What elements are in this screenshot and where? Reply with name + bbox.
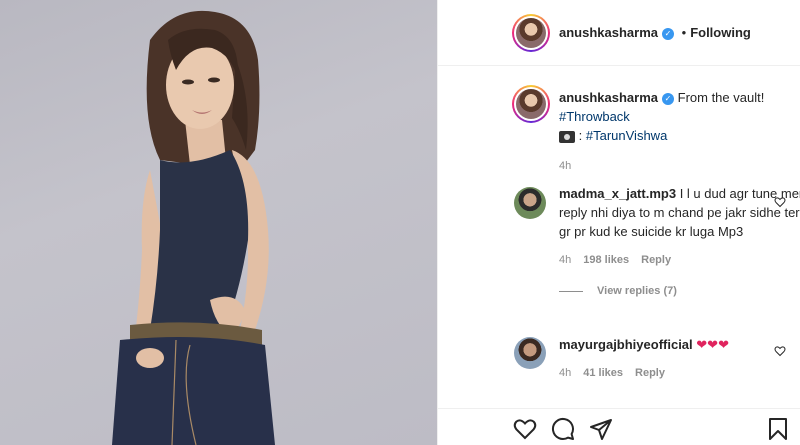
camera-emoji-icon [559, 130, 575, 143]
replies-divider [559, 290, 583, 292]
verified-badge-icon: ✓ [662, 27, 674, 40]
comment-meta: 4h 41 likes Reply [559, 364, 800, 383]
comment-reply-button[interactable]: Reply [635, 367, 665, 379]
commenter-avatar[interactable] [514, 337, 546, 369]
comment-icon[interactable] [551, 417, 575, 441]
header-separator: • [681, 25, 687, 40]
header-user-line: anushkasharma ✓ • Following [559, 25, 751, 40]
comment-time: 4h [559, 367, 572, 379]
comment-text: ❤❤❤ [696, 337, 729, 352]
comment-like-icon[interactable] [774, 196, 786, 208]
post-sidebar: anushkasharma ✓ • Following anushkasharma ✓… [437, 0, 800, 445]
post-photo-illustration [112, 10, 275, 445]
post-caption: anushkasharma ✓ From the vault! #Throwbac… [559, 88, 800, 176]
share-icon[interactable] [589, 417, 613, 441]
profile-avatar[interactable] [512, 14, 550, 52]
post-action-bar [438, 408, 800, 445]
credit-hashtag-link[interactable]: #TarunVishwa [586, 128, 667, 143]
caption-time: 4h [559, 160, 572, 172]
comment-likes[interactable]: 41 likes [583, 367, 623, 379]
comment-item: madma_x_jatt.mp3 I l u dud agr tune mera… [559, 184, 800, 301]
comment-reply-button[interactable]: Reply [641, 254, 671, 266]
caption-avatar[interactable] [512, 85, 550, 123]
hashtag-link[interactable]: #Throwback [559, 109, 630, 124]
bookmark-icon[interactable] [766, 417, 790, 441]
view-replies-row[interactable]: View replies (7) [559, 282, 800, 301]
post-photo[interactable] [0, 0, 437, 445]
view-replies-button[interactable]: View replies (7) [597, 285, 677, 297]
comment-meta: 4h 198 likes Reply [559, 251, 800, 270]
commenter-avatar[interactable] [514, 187, 546, 219]
comment-username[interactable]: mayurgajbhiyeofficial [559, 337, 693, 352]
following-button[interactable]: Following [690, 25, 751, 40]
header-username[interactable]: anushkasharma [559, 25, 658, 40]
comment-likes[interactable]: 198 likes [583, 254, 629, 266]
camera-credit-prefix: : [578, 128, 583, 143]
comment-item: mayurgajbhiyeofficial ❤❤❤ 4h 41 likes Repl… [559, 335, 800, 383]
comment-like-icon[interactable] [774, 345, 786, 357]
heart-icon[interactable] [513, 417, 537, 441]
caption-text: From the vault! [677, 90, 765, 105]
post-header: anushkasharma ✓ • Following [438, 0, 800, 66]
comment-time: 4h [559, 254, 572, 266]
verified-badge-icon: ✓ [662, 92, 674, 105]
comment-username[interactable]: madma_x_jatt.mp3 [559, 186, 676, 201]
caption-username[interactable]: anushkasharma [559, 90, 658, 105]
